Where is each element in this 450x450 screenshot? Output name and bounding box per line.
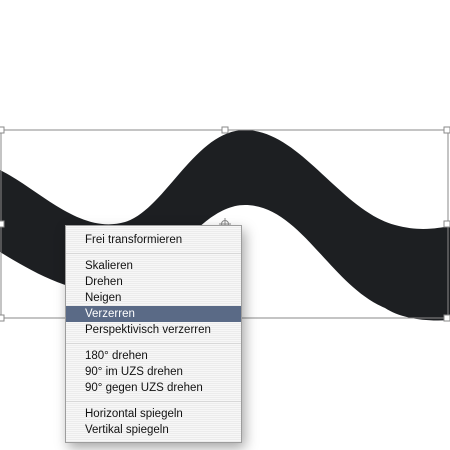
transform-handle-middle-left[interactable] [0, 220, 5, 228]
menu-item-skalieren[interactable]: Skalieren [66, 258, 241, 274]
menu-separator [66, 401, 241, 402]
menu-item-180-drehen[interactable]: 180° drehen [66, 348, 241, 364]
menu-separator [66, 343, 241, 344]
transform-handle-top-right[interactable] [443, 126, 450, 134]
menu-separator [66, 253, 241, 254]
menu-item-perspektivisch-verzerren[interactable]: Perspektivisch verzerren [66, 322, 241, 338]
menu-item-verzerren[interactable]: Verzerren [66, 306, 241, 322]
menu-item-90-gegen-uzs-drehen[interactable]: 90° gegen UZS drehen [66, 380, 241, 396]
transform-handle-bottom-right[interactable] [443, 314, 450, 322]
menu-item-neigen[interactable]: Neigen [66, 290, 241, 306]
transform-handle-top-left[interactable] [0, 126, 5, 134]
menu-item-frei-transformieren[interactable]: Frei transformieren [66, 232, 241, 248]
menu-item-90-im-uzs-drehen[interactable]: 90° im UZS drehen [66, 364, 241, 380]
transform-handle-bottom-left[interactable] [0, 314, 5, 322]
transform-handle-top-center[interactable] [221, 126, 229, 134]
transform-handle-middle-right[interactable] [443, 220, 450, 228]
menu-item-vertikal-spiegeln[interactable]: Vertikal spiegeln [66, 422, 241, 438]
menu-item-drehen[interactable]: Drehen [66, 274, 241, 290]
menu-item-horizontal-spiegeln[interactable]: Horizontal spiegeln [66, 406, 241, 422]
transform-context-menu: Frei transformieren Skalieren Drehen Neigen… [65, 225, 242, 443]
